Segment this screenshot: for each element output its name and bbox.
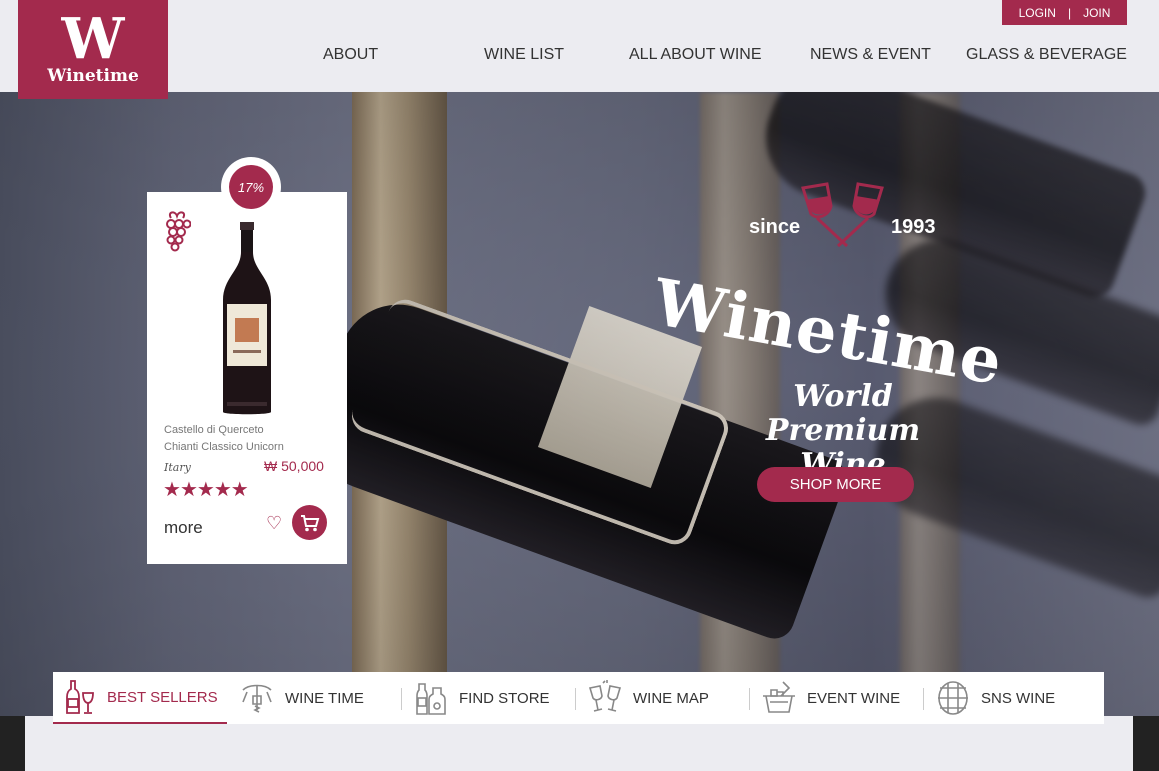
bottle-glass-icon	[66, 680, 94, 714]
logo-name: Winetime	[47, 66, 139, 86]
tab-divider	[923, 688, 924, 710]
cheers-icon	[588, 680, 622, 712]
join-link[interactable]: JOIN	[1083, 6, 1110, 20]
page: W Winetime LOGIN | JOIN ABOUT WINE LIST …	[0, 0, 1159, 771]
ice-bucket-icon	[763, 681, 795, 713]
star-icon: ★	[179, 479, 198, 501]
barrel-icon	[938, 681, 968, 715]
product-name[interactable]: Castello di Querceto Chianti Classico Un…	[164, 422, 334, 456]
corkscrew-icon	[242, 684, 272, 713]
tab-sns-wine[interactable]: SNS WINE	[923, 672, 1097, 724]
right-edge	[1133, 716, 1159, 771]
tab-label: WINE MAP	[633, 689, 709, 707]
nav-about[interactable]: ABOUT	[323, 46, 378, 64]
since-label: since	[749, 216, 801, 238]
tab-label: EVENT WINE	[807, 689, 901, 707]
tab-event-wine[interactable]: EVENT WINE	[749, 672, 923, 724]
tab-find-store[interactable]: FIND STORE	[401, 672, 575, 724]
logo-mark: W	[61, 6, 125, 72]
add-to-cart-button[interactable]	[292, 505, 327, 540]
heart-icon[interactable]: ♡	[266, 513, 282, 534]
product-origin: Itary	[164, 461, 191, 474]
bottles-icon	[416, 683, 446, 715]
content-area	[25, 716, 1133, 771]
left-edge	[0, 716, 25, 771]
star-icon: ★	[213, 479, 232, 501]
nav-glass-beverage[interactable]: GLASS & BEVERAGE	[966, 46, 1127, 64]
logo[interactable]: W Winetime	[18, 0, 168, 99]
tab-label: WINE TIME	[285, 689, 364, 707]
tab-wine-time[interactable]: WINE TIME	[227, 672, 401, 724]
nav-all-about-wine[interactable]: ALL ABOUT WINE	[629, 46, 761, 64]
tab-divider	[575, 688, 576, 710]
tab-divider	[401, 688, 402, 710]
tab-wine-map[interactable]: WINE MAP	[575, 672, 749, 724]
rating-stars: ★★★★★	[163, 477, 249, 502]
more-link[interactable]: more	[164, 518, 203, 538]
login-link[interactable]: LOGIN	[1019, 6, 1056, 20]
tab-divider	[749, 688, 750, 710]
discount-value: 17%	[229, 165, 273, 209]
product-name-line2: Chianti Classico Unicorn	[164, 441, 284, 453]
tab-label: SNS WINE	[981, 689, 1056, 707]
star-icon: ★	[196, 479, 215, 501]
star-icon: ★	[163, 479, 181, 501]
tab-label: FIND STORE	[459, 689, 550, 707]
star-icon: ★	[230, 479, 249, 501]
tab-best-sellers[interactable]: BEST SELLERS	[53, 672, 227, 724]
tagline-line1: World	[793, 379, 893, 414]
category-tabs: BEST SELLERS WINE TIME FIND STORE WINE M…	[53, 672, 1104, 724]
product-price: ₩ 50,000	[264, 458, 324, 474]
auth-separator: |	[1067, 5, 1072, 20]
discount-badge: 17%	[221, 157, 281, 217]
auth-bar: LOGIN | JOIN	[1002, 0, 1127, 25]
main-nav: ABOUT WINE LIST ALL ABOUT WINE NEWS & EV…	[300, 46, 1130, 68]
product-name-line1: Castello di Querceto	[164, 424, 264, 436]
nav-news-event[interactable]: NEWS & EVENT	[810, 46, 931, 64]
tab-label: BEST SELLERS	[107, 688, 218, 706]
grape-icon	[166, 211, 191, 252]
shop-more-button[interactable]: SHOP MORE	[757, 467, 914, 502]
wine-glasses-icon	[801, 182, 884, 248]
cart-icon	[300, 514, 319, 531]
nav-wine-list[interactable]: WINE LIST	[484, 46, 564, 64]
since-year: 1993	[891, 216, 936, 238]
product-card[interactable]: Castello di Querceto Chianti Classico Un…	[147, 192, 347, 564]
product-bottle-image	[223, 222, 271, 415]
